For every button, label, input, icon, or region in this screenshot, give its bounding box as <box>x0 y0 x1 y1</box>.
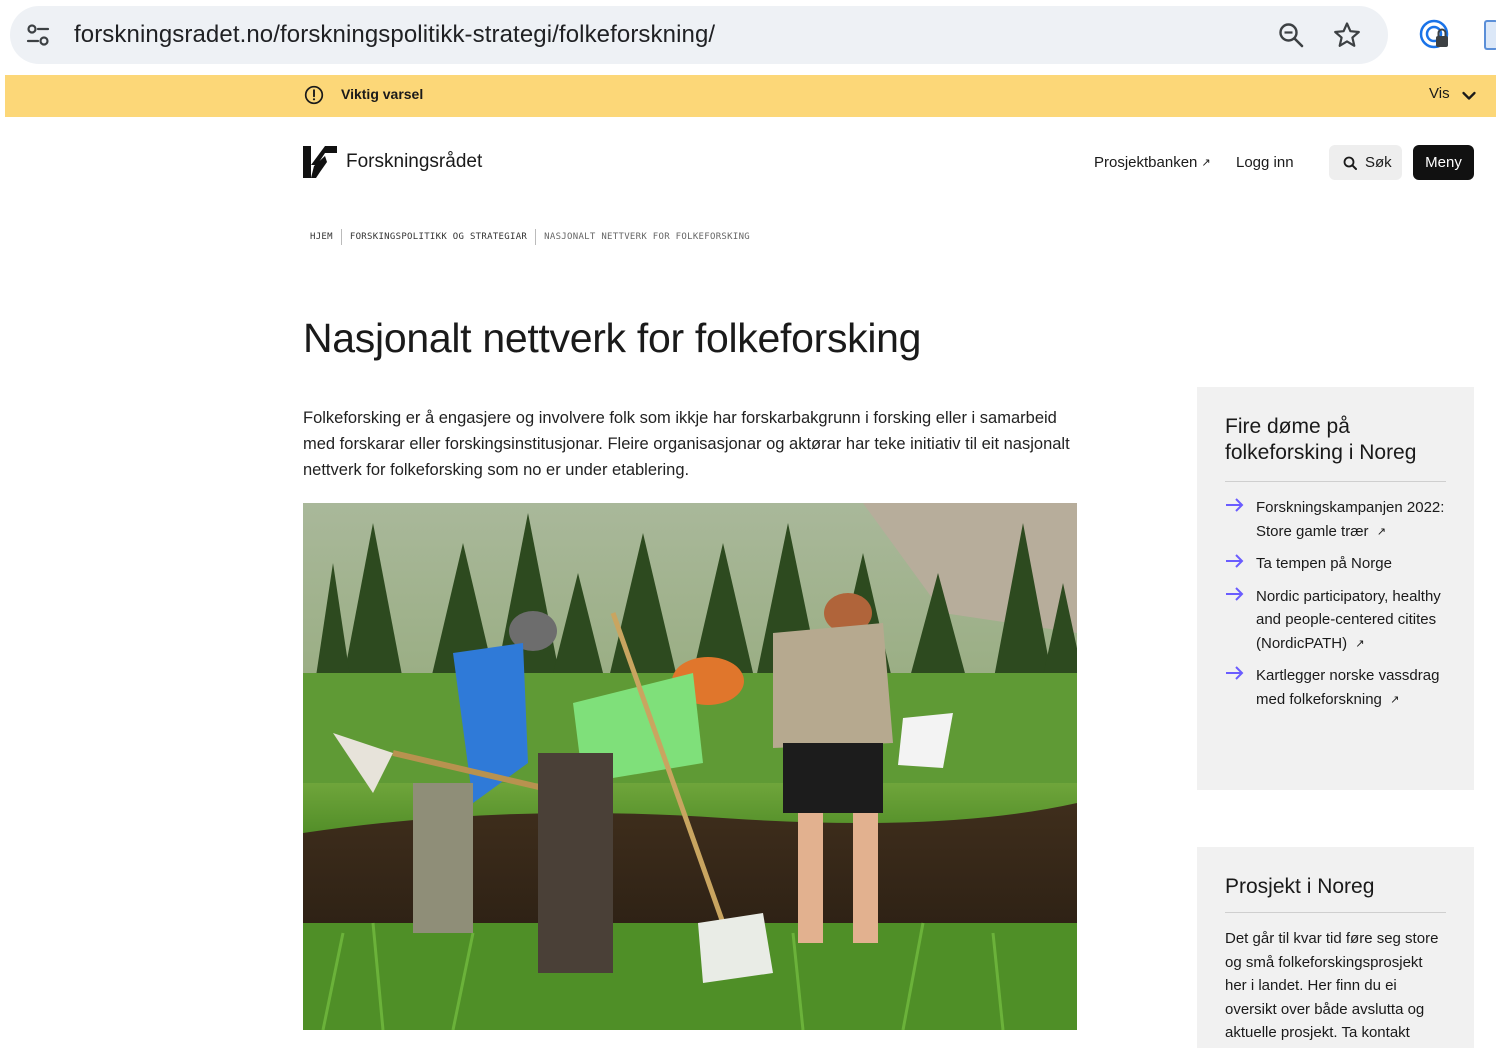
important-notice-bar: Viktig varsel Vis <box>5 75 1496 117</box>
intro-paragraph: Folkeforsking er å engasjere og involver… <box>303 409 1070 479</box>
list-item[interactable]: Forskningskampanjen 2022: Store gamle tr… <box>1225 496 1446 544</box>
arrow-right-icon <box>1225 585 1256 657</box>
examples-card: Fire døme på folkeforsking i Noreg Forsk… <box>1197 387 1474 790</box>
search-icon <box>1343 156 1357 170</box>
examples-list: Forskningskampanjen 2022: Store gamle tr… <box>1225 496 1446 712</box>
address-bar[interactable]: forskningsradet.no/forskningspolitikk-st… <box>10 6 1388 64</box>
logo-text[interactable]: Forskningsrådet <box>346 151 482 173</box>
extension-icon[interactable] <box>1418 18 1452 52</box>
search-button[interactable]: Søk <box>1329 145 1402 180</box>
notice-toggle-label[interactable]: Vis <box>1429 85 1450 102</box>
list-item[interactable]: Ta tempen på Norge <box>1225 552 1446 577</box>
breadcrumb-separator <box>535 229 537 245</box>
arrow-right-icon <box>1225 496 1256 544</box>
site-settings-icon[interactable] <box>24 21 52 49</box>
divider <box>1225 912 1446 913</box>
list-item-label[interactable]: Nordic participatory, healthy and people… <box>1256 588 1441 652</box>
search-button-label: Søk <box>1365 154 1392 171</box>
external-link-icon: ↗ <box>1390 693 1400 706</box>
divider <box>1225 481 1446 482</box>
external-link-icon: ↗ <box>1201 157 1211 169</box>
nav-link-label: Prosjektbanken <box>1094 154 1198 171</box>
list-item-label[interactable]: Kartlegger norske vassdrag med folkefors… <box>1256 667 1439 708</box>
breadcrumb-item-home[interactable]: HJEM <box>310 232 333 242</box>
nav-link-prosjektbanken[interactable]: Prosjektbanken ↗ <box>1094 154 1211 171</box>
side-panel-icon[interactable] <box>1484 20 1496 50</box>
bookmark-star-icon[interactable] <box>1332 20 1362 50</box>
zoom-icon[interactable] <box>1276 20 1306 50</box>
breadcrumb: HJEM FORSKINGSPOLITIKK OG STRATEGIAR NAS… <box>310 229 750 245</box>
url-text[interactable]: forskningsradet.no/forskningspolitikk-st… <box>74 21 1276 49</box>
examples-card-title: Fire døme på folkeforsking i Noreg <box>1225 415 1417 464</box>
projects-card-text: Det går til kvar tid føre seg store og s… <box>1225 930 1439 1041</box>
field-research-photo <box>303 503 1077 1030</box>
page-title: Nasjonalt nettverk for folkeforsking <box>303 315 922 361</box>
list-item[interactable]: Kartlegger norske vassdrag med folkefors… <box>1225 664 1446 712</box>
projects-card: Prosjekt i Noreg Det går til kvar tid fø… <box>1197 847 1474 1048</box>
external-link-icon: ↗ <box>1376 525 1386 538</box>
logo-mark-icon[interactable] <box>303 145 337 179</box>
breadcrumb-item-policy[interactable]: FORSKINGSPOLITIKK OG STRATEGIAR <box>350 232 527 242</box>
breadcrumb-separator <box>340 229 342 245</box>
menu-button[interactable]: Meny <box>1413 145 1474 180</box>
list-item-label[interactable]: Ta tempen på Norge <box>1256 555 1392 572</box>
breadcrumb-item-current: NASJONALT NETTVERK FOR FOLKEFORSKING <box>544 232 751 242</box>
list-item[interactable]: Nordic participatory, healthy and people… <box>1225 585 1446 657</box>
list-item-label[interactable]: Forskningskampanjen 2022: Store gamle tr… <box>1256 499 1444 540</box>
arrow-right-icon <box>1225 664 1256 712</box>
projects-card-title: Prosjekt i Noreg <box>1225 875 1375 898</box>
alert-circle-icon <box>304 85 324 105</box>
browser-toolbar: forskningsradet.no/forskningspolitikk-st… <box>0 0 1496 72</box>
nav-link-login[interactable]: Logg inn <box>1236 154 1294 171</box>
external-link-icon: ↗ <box>1355 637 1365 650</box>
chevron-down-icon[interactable] <box>1461 88 1477 104</box>
notice-title: Viktig varsel <box>341 86 424 102</box>
arrow-right-icon <box>1225 552 1256 577</box>
